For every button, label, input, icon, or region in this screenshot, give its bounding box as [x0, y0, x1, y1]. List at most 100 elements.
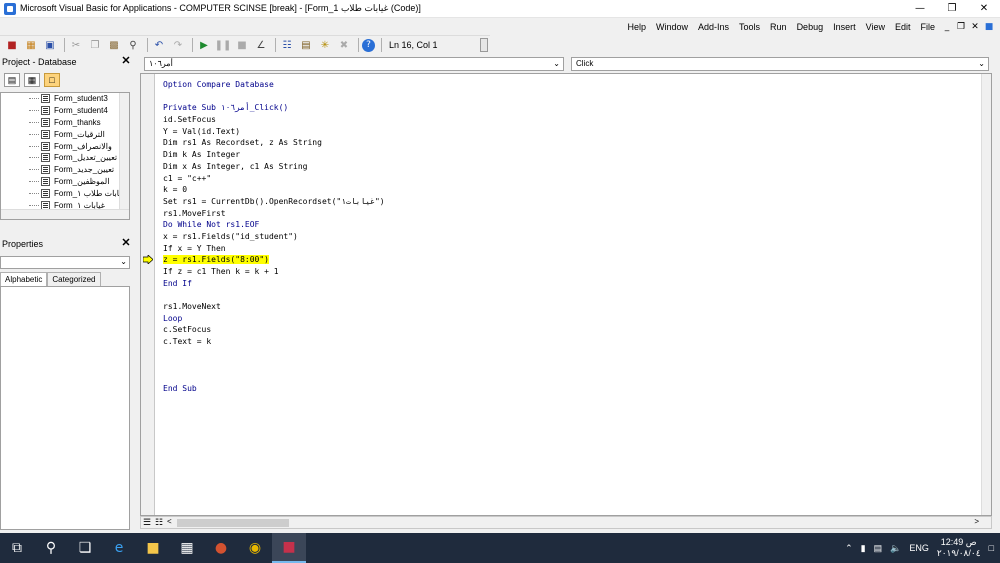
mdi-close-icon[interactable]: ✕ — [968, 22, 982, 32]
tree-item[interactable]: Form_تعيين_جديد — [1, 164, 129, 176]
code-line[interactable]: id.SetFocus — [163, 114, 385, 126]
code-line[interactable] — [163, 360, 385, 372]
code-line[interactable]: x = rs1.Fields("id_student") — [163, 231, 385, 243]
tree-item[interactable]: Form_تعيين_تعديل — [1, 152, 129, 164]
code-line[interactable]: Y = Val(id.Text) — [163, 126, 385, 138]
full-module-view-icon[interactable]: ☷ — [155, 517, 163, 528]
toolbox-icon[interactable]: ✖ — [336, 38, 352, 52]
object-browser-icon[interactable]: ✳ — [317, 38, 333, 52]
tree-item[interactable]: Form_الموظفين — [1, 176, 129, 188]
chrome-icon[interactable]: ◉ — [238, 533, 272, 563]
code-line[interactable]: Loop — [163, 313, 385, 325]
code-line[interactable] — [163, 289, 385, 301]
scroll-left-icon[interactable]: < — [167, 517, 172, 526]
code-line[interactable]: Option Compare Database — [163, 79, 385, 91]
code-line[interactable]: rs1.MoveNext — [163, 301, 385, 313]
toggle-folders-icon[interactable]: □ — [44, 73, 60, 87]
help-icon[interactable]: ? — [362, 38, 375, 52]
powerpoint-icon[interactable]: ● — [204, 533, 238, 563]
object-combo[interactable]: أمر١٠٦ ⌄ — [144, 57, 564, 71]
menu-help[interactable]: Help — [622, 22, 651, 32]
tab-alphabetic[interactable]: Alphabetic — [0, 272, 48, 286]
store-icon[interactable]: ▦ — [170, 533, 204, 563]
search-icon[interactable]: ⚲ — [34, 533, 68, 563]
clock[interactable]: 12:49 ص ٢٠١٩/٠٨/٠٤ — [937, 537, 981, 559]
properties-grid[interactable] — [0, 286, 130, 530]
menu-view[interactable]: View — [861, 22, 890, 32]
code-line[interactable] — [163, 371, 385, 383]
task-view-icon[interactable]: ❏ — [68, 533, 102, 563]
menu-edit[interactable]: Edit — [890, 22, 916, 32]
code-line[interactable]: Dim rs1 As Recordset, z As String — [163, 137, 385, 149]
view-access-icon[interactable]: ■ — [4, 38, 20, 52]
menu-file[interactable]: File — [915, 22, 940, 32]
procedure-view-icon[interactable]: ☰ — [143, 517, 151, 528]
paste-icon[interactable]: ▩ — [106, 38, 122, 52]
tree-item[interactable]: Form_غيابات طلاب ١ — [1, 187, 129, 199]
access-icon[interactable]: ■ — [272, 533, 306, 563]
tree-item[interactable]: Form_student4 — [1, 105, 129, 117]
procedure-combo[interactable]: Click ⌄ — [571, 57, 989, 71]
tree-item[interactable]: Form_والانصراف — [1, 140, 129, 152]
run-icon[interactable]: ▶ — [196, 38, 212, 52]
reset-icon[interactable]: ■ — [234, 38, 250, 52]
cut-icon[interactable]: ✂ — [68, 38, 84, 52]
code-line[interactable]: Do While Not rs1.EOF — [163, 219, 385, 231]
code-margin[interactable] — [141, 74, 155, 515]
copy-icon[interactable]: ❐ — [87, 38, 103, 52]
toolbar-options-icon[interactable] — [480, 38, 488, 52]
project-pane-close-icon[interactable]: ✕ — [120, 55, 132, 68]
code-vertical-scrollbar[interactable] — [981, 74, 991, 515]
tree-vertical-scrollbar[interactable] — [119, 93, 129, 219]
code-line[interactable] — [163, 348, 385, 360]
tree-item[interactable]: Form_student3 — [1, 93, 129, 105]
restore-button[interactable]: ❐ — [936, 0, 968, 18]
break-icon[interactable]: ❚❚ — [215, 38, 232, 52]
code-line[interactable]: c.Text = k — [163, 336, 385, 348]
tree-item[interactable]: Form_thanks — [1, 117, 129, 129]
language-indicator[interactable]: ENG — [909, 543, 929, 553]
code-line[interactable]: End Sub — [163, 383, 385, 395]
notifications-icon[interactable]: □ — [989, 543, 994, 553]
code-line[interactable]: End If — [163, 278, 385, 290]
code-line[interactable]: Private Sub أمر١٠٦_Click() — [163, 102, 385, 114]
menu-add-ins[interactable]: Add-Ins — [693, 22, 734, 32]
tab-categorized[interactable]: Categorized — [47, 272, 101, 286]
menu-run[interactable]: Run — [765, 22, 792, 32]
code-line[interactable] — [163, 91, 385, 103]
battery-icon[interactable]: ▮ — [861, 543, 866, 554]
file-explorer-icon[interactable]: ■ — [136, 533, 170, 563]
view-object-icon[interactable]: ▦ — [24, 73, 40, 87]
minimize-button[interactable]: — — [904, 0, 936, 18]
code-line[interactable]: Dim x As Integer, c1 As String — [163, 161, 385, 173]
project-explorer-icon[interactable]: ☷ — [279, 38, 295, 52]
code-line[interactable]: k = 0 — [163, 184, 385, 196]
chevron-up-icon[interactable]: ⌃ — [845, 543, 853, 554]
save-icon[interactable]: ▣ — [42, 38, 58, 52]
code-line[interactable]: c1 = "c++" — [163, 173, 385, 185]
mdi-minimize-icon[interactable]: _ — [940, 22, 954, 32]
code-line[interactable]: c.SetFocus — [163, 324, 385, 336]
tree-item[interactable]: Form_الترقيات — [1, 128, 129, 140]
volume-icon[interactable]: 🔈 — [890, 543, 901, 554]
code-line[interactable]: Dim k As Integer — [163, 149, 385, 161]
design-mode-icon[interactable]: ∠ — [253, 38, 269, 52]
code-line[interactable]: If z = c1 Then k = k + 1 — [163, 266, 385, 278]
network-icon[interactable]: ▤ — [874, 543, 883, 554]
scroll-right-icon[interactable]: > — [974, 517, 979, 526]
code-editor[interactable]: Option Compare Database Private Sub أمر١٠… — [140, 73, 992, 516]
horizontal-scroll-thumb[interactable] — [177, 519, 289, 527]
properties-pane-close-icon[interactable]: ✕ — [120, 237, 132, 250]
menu-debug[interactable]: Debug — [792, 22, 829, 32]
code-line[interactable]: z = rs1.Fields("8:00") — [163, 254, 385, 266]
insert-module-icon[interactable]: ▦ — [23, 38, 39, 52]
close-button[interactable]: ✕ — [968, 0, 1000, 18]
properties-window-icon[interactable]: ▤ — [298, 38, 314, 52]
code-line[interactable]: rs1.MoveFirst — [163, 208, 385, 220]
view-code-icon[interactable]: ▤ — [4, 73, 20, 87]
find-icon[interactable]: ⚲ — [125, 38, 141, 52]
mdi-restore-icon[interactable]: ❐ — [954, 22, 968, 32]
properties-object-select[interactable]: ⌄ — [0, 256, 130, 269]
menu-insert[interactable]: Insert — [828, 22, 861, 32]
windows-start-icon[interactable]: ⧉ — [0, 533, 34, 563]
